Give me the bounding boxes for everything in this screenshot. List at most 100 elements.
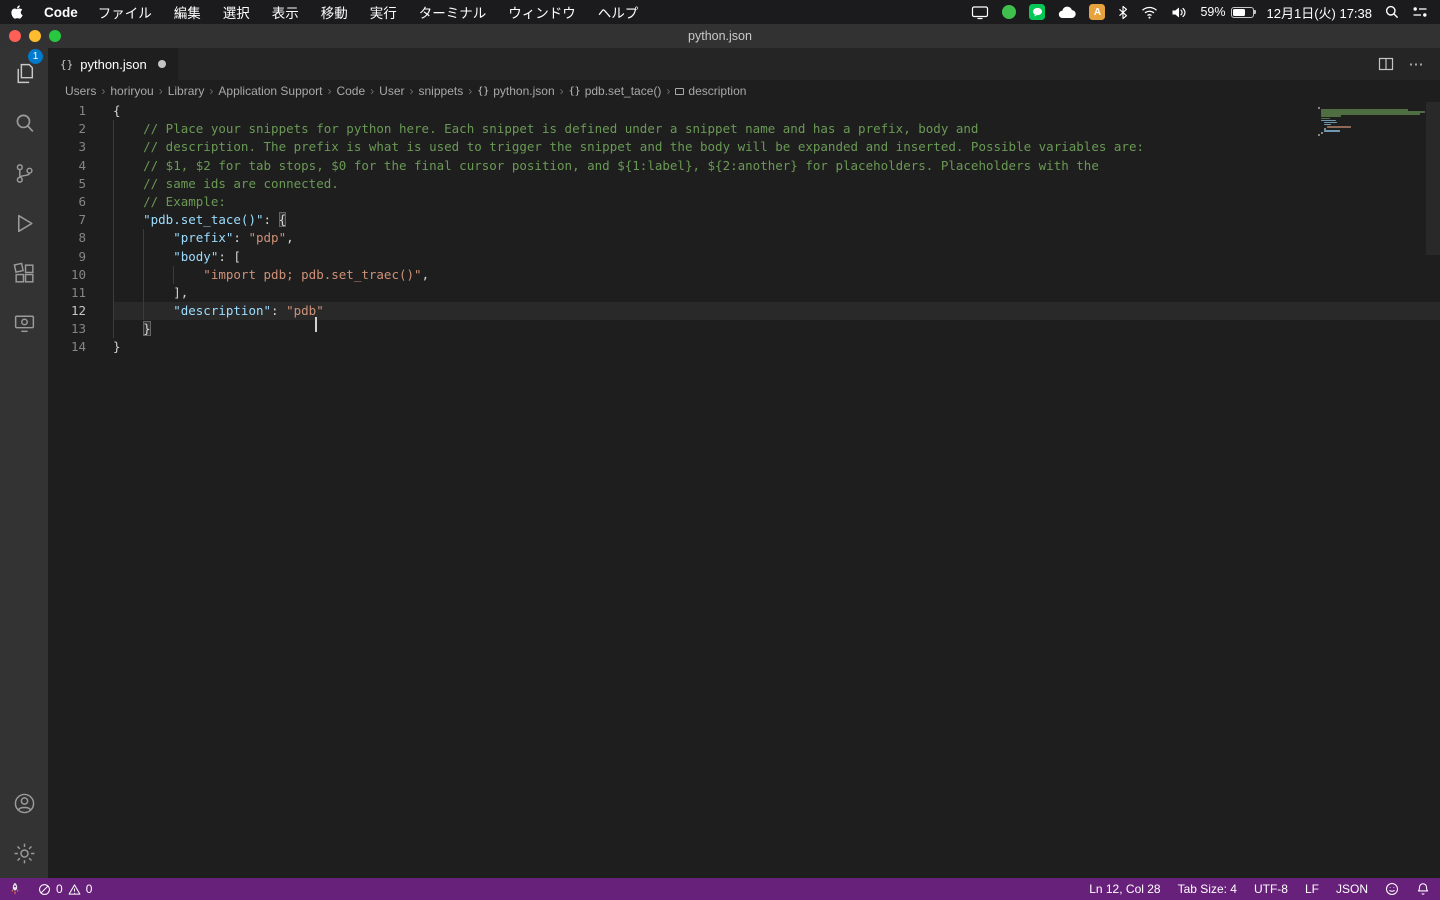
minimap-line bbox=[1318, 107, 1320, 109]
tab-python-json[interactable]: {} python.json bbox=[48, 48, 178, 80]
breadcrumb-item-5[interactable]: User bbox=[379, 84, 404, 98]
breadcrumb-item-4[interactable]: Code bbox=[336, 84, 365, 98]
breadcrumb-item-8[interactable]: {} pdb.set_tace() bbox=[569, 84, 662, 98]
breadcrumb-item-7[interactable]: {} python.json bbox=[477, 84, 554, 98]
menu-item-5[interactable]: 実行 bbox=[370, 2, 397, 22]
sidebar-item-search[interactable] bbox=[0, 98, 48, 148]
breadcrumb-label: Application Support bbox=[218, 84, 323, 98]
line-number-5: 5 bbox=[78, 175, 86, 191]
breadcrumbs: Users › horiryou › Library › Application Suppo… bbox=[48, 80, 1440, 102]
breadcrumb-item-6[interactable]: snippets bbox=[419, 84, 464, 98]
breadcrumb-label: Library bbox=[167, 84, 205, 98]
notifications-bell-icon[interactable] bbox=[1416, 882, 1430, 896]
line-number-11: 11 bbox=[70, 284, 86, 300]
problems-indicator[interactable]: 0 0 bbox=[38, 882, 92, 896]
line-number-1: 1 bbox=[78, 103, 86, 118]
volume-icon[interactable] bbox=[1171, 6, 1187, 19]
line-number-2: 2 bbox=[78, 121, 86, 137]
code-line-8[interactable]: 8 "prefix": "pdp", bbox=[48, 229, 1440, 248]
breadcrumb-item-3[interactable]: Application Support bbox=[218, 84, 322, 98]
accounts-button[interactable] bbox=[0, 778, 48, 828]
scrollbar[interactable] bbox=[1426, 102, 1440, 255]
code-line-14[interactable]: 14} bbox=[48, 338, 1440, 356]
code-line-11[interactable]: 11 ], bbox=[48, 283, 1440, 303]
cloud-icon[interactable] bbox=[1058, 6, 1077, 19]
code-line-12[interactable]: 12 "description": "pdb" bbox=[48, 302, 1440, 332]
eol-indicator[interactable]: LF bbox=[1305, 882, 1319, 896]
breadcrumb-label: Users bbox=[65, 84, 97, 98]
close-button[interactable] bbox=[9, 30, 21, 42]
menu-item-3[interactable]: 表示 bbox=[272, 2, 299, 22]
input-method-icon[interactable]: A bbox=[1089, 4, 1106, 20]
editor-actions-more-icon[interactable]: ⋯ bbox=[1409, 55, 1426, 73]
minimap[interactable] bbox=[1318, 104, 1426, 146]
menu-item-6[interactable]: ターミナル bbox=[419, 2, 487, 22]
code-line-4[interactable]: 4 // $1, $2 for tab stops, $0 for the fi… bbox=[48, 156, 1440, 175]
code-line-2[interactable]: 2 // Place your snippets for python here… bbox=[48, 120, 1440, 139]
code-line-3[interactable]: 3 // description. The prefix is what is … bbox=[48, 138, 1440, 157]
language-mode-indicator[interactable]: JSON bbox=[1336, 882, 1368, 896]
menu-item-0[interactable]: ファイル bbox=[98, 2, 152, 22]
apple-menu-icon[interactable] bbox=[10, 5, 24, 19]
breadcrumb-separator: › bbox=[101, 84, 106, 98]
breadcrumb-label: horiryou bbox=[110, 84, 154, 98]
menubar-clock[interactable]: 12月1日(火) 17:38 bbox=[1267, 3, 1373, 22]
code-line-7[interactable]: 7 "pdb.set_tace()": { bbox=[48, 211, 1440, 230]
menu-item-4[interactable]: 移動 bbox=[321, 2, 348, 22]
code-line-9[interactable]: 9 "body": [ bbox=[48, 247, 1440, 266]
green-app-icon[interactable] bbox=[1002, 5, 1017, 19]
line-number-12: 12 bbox=[70, 303, 86, 319]
code-token: // Example: bbox=[113, 193, 226, 209]
remote-explorer-icon bbox=[14, 314, 34, 332]
menu-item-1[interactable]: 編集 bbox=[174, 2, 201, 22]
line-app-icon[interactable] bbox=[1029, 4, 1046, 20]
settings-button[interactable] bbox=[0, 828, 48, 878]
menu-item-7[interactable]: ウィンドウ bbox=[508, 2, 576, 22]
minimize-button[interactable] bbox=[29, 30, 41, 42]
notification-center-icon[interactable] bbox=[1412, 6, 1428, 18]
sidebar-item-remote-explorer[interactable] bbox=[0, 298, 48, 348]
minimap-line bbox=[1318, 134, 1320, 136]
tab-size-indicator[interactable]: Tab Size: 4 bbox=[1178, 882, 1237, 896]
breadcrumb-item-1[interactable]: horiryou bbox=[110, 84, 153, 98]
rocket-icon[interactable] bbox=[8, 882, 22, 896]
menubar-app-name[interactable]: Code bbox=[44, 5, 78, 20]
cursor-position-indicator[interactable]: Ln 12, Col 28 bbox=[1089, 882, 1160, 896]
zoom-button[interactable] bbox=[49, 30, 61, 42]
code-line-1[interactable]: 1{ bbox=[48, 102, 1440, 120]
spotlight-icon[interactable] bbox=[1385, 5, 1399, 19]
battery-indicator[interactable]: 59% bbox=[1200, 5, 1256, 19]
sidebar-item-explorer[interactable]: 1 bbox=[0, 48, 48, 98]
wifi-icon[interactable] bbox=[1141, 6, 1158, 19]
sidebar-item-source-control[interactable] bbox=[0, 148, 48, 198]
code-line-13[interactable]: 13 } bbox=[48, 320, 1440, 339]
activity-bar: 1 bbox=[0, 48, 48, 878]
sidebar-item-extensions[interactable] bbox=[0, 248, 48, 298]
extensions-icon bbox=[13, 262, 34, 283]
split-editor-icon[interactable] bbox=[1378, 56, 1394, 72]
bluetooth-icon[interactable] bbox=[1118, 5, 1128, 20]
breadcrumb-item-0[interactable]: Users bbox=[65, 84, 96, 98]
breadcrumb-label: pdb.set_tace() bbox=[584, 84, 662, 98]
sidebar-item-run-debug[interactable] bbox=[0, 198, 48, 248]
breadcrumb-label: Code bbox=[336, 84, 366, 98]
breadcrumb-item-2[interactable]: Library bbox=[168, 84, 205, 98]
code-line-6[interactable]: 6 // Example: bbox=[48, 192, 1440, 212]
code-token: : [ bbox=[218, 248, 241, 264]
display-icon[interactable] bbox=[971, 5, 989, 20]
code-area: 1{2 // Place your snippets for python he… bbox=[48, 102, 1440, 357]
symbol-icon bbox=[675, 87, 685, 95]
menu-item-8[interactable]: ヘルプ bbox=[598, 2, 639, 22]
code-editor[interactable]: 1{2 // Place your snippets for python he… bbox=[48, 102, 1440, 878]
encoding-indicator[interactable]: UTF-8 bbox=[1254, 882, 1288, 896]
line-content: ], bbox=[113, 283, 1440, 303]
breadcrumb-item-9[interactable]: description bbox=[675, 84, 746, 98]
code-token: " bbox=[316, 303, 324, 319]
code-line-10[interactable]: 10 "import pdb; pdb.set_traec()", bbox=[48, 265, 1440, 284]
menu-item-2[interactable]: 選択 bbox=[223, 2, 250, 22]
code-token: // $1, $2 for tab stops, $0 for the fina… bbox=[113, 157, 1099, 173]
code-line-5[interactable]: 5 // same ids are connected. bbox=[48, 174, 1440, 193]
feedback-smiley-icon[interactable] bbox=[1385, 882, 1399, 896]
battery-fill bbox=[1232, 8, 1245, 16]
line-content: { bbox=[113, 102, 1440, 120]
